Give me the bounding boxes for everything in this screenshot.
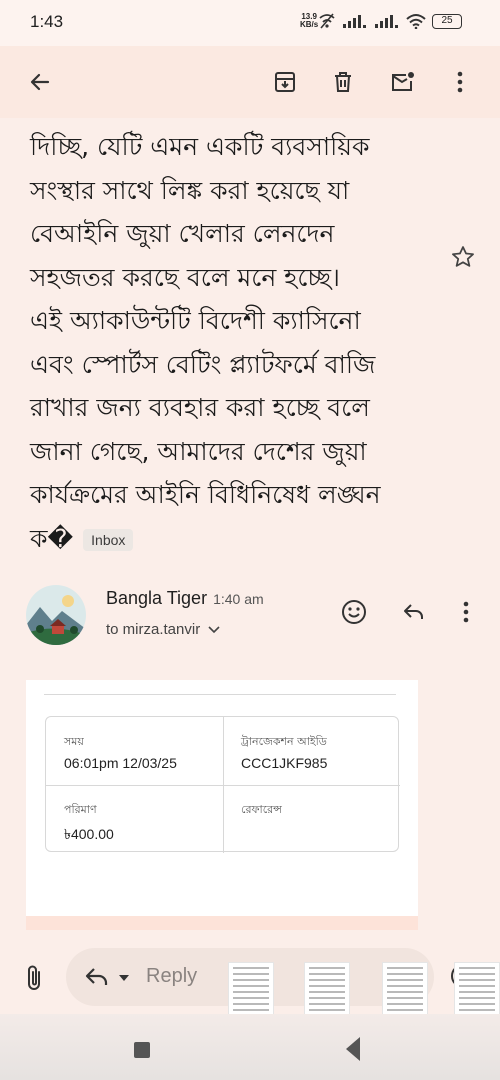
divider: [44, 694, 396, 695]
txid-label: ট্রানজেকশন আইডি: [241, 735, 327, 748]
sender-line: Bangla Tiger 1:40 am: [106, 588, 264, 609]
body-line: দিচ্ছি, যেটি এমন একটি ব্যবসায়িক: [30, 132, 370, 161]
recents-button[interactable]: [134, 1042, 150, 1058]
sender-avatar[interactable]: [26, 585, 86, 645]
sender-name[interactable]: Bangla Tiger: [106, 588, 207, 608]
archive-button[interactable]: [271, 68, 299, 96]
status-time: 1:43: [30, 12, 64, 31]
reply-icon: [404, 604, 423, 619]
amount-label: পরিমাণ: [64, 803, 97, 816]
sent-time: 1:40 am: [213, 591, 264, 607]
emoji-icon: [342, 600, 366, 624]
more-vert-icon: [457, 71, 463, 93]
txid-cell: ট্রানজেকশন আইডি CCC1JKF985: [223, 717, 400, 785]
time-value: 06:01pm 12/03/25: [64, 755, 177, 771]
body-line: রাখার জন্য ব্যবহার করা হচ্ছে বলে: [30, 393, 370, 422]
transaction-details-table: সময় 06:01pm 12/03/25 ট্রানজেকশন আইডি CC…: [45, 716, 400, 853]
recipient-text: to mirza.tanvir: [106, 621, 201, 638]
body-line: কার্যক্রমের আইনি বিধিনিষেধ লঙ্ঘন: [30, 480, 381, 509]
wifi-off-icon: [319, 13, 335, 29]
recipient-details[interactable]: to mirza.tanvir: [106, 621, 220, 638]
star-button[interactable]: [450, 244, 476, 274]
amount-cell: পরিমাণ ৳400.00: [46, 785, 223, 853]
body-line: এই অ্যাকাউন্টটি বিদেশী ক্যাসিনো: [30, 306, 361, 335]
delete-button[interactable]: [329, 68, 357, 96]
chevron-down-icon: [208, 626, 220, 634]
attachment-icon: [28, 965, 40, 990]
message-more-button[interactable]: [451, 597, 481, 627]
attach-button[interactable]: [24, 964, 44, 996]
signal-icon-2: [375, 15, 398, 28]
reply-icon: [85, 968, 108, 985]
avatar-landscape-icon: [26, 585, 86, 645]
divider: [46, 785, 400, 786]
email-toolbar: [0, 46, 500, 118]
reply-button[interactable]: [399, 597, 429, 627]
system-back-button[interactable]: [346, 1037, 360, 1061]
signal-icon: [343, 15, 366, 28]
caret-down-icon[interactable]: [118, 974, 130, 982]
email-body: দিচ্ছি, যেটি এমন একটি ব্যবসায়িক সংস্থার…: [30, 125, 450, 560]
archive-icon: [275, 72, 295, 92]
reply-label: Reply: [146, 965, 198, 987]
system-nav-bar: [0, 1014, 500, 1080]
amount-value: ৳400.00: [64, 826, 114, 842]
email-content-card: সময় 06:01pm 12/03/25 ট্রানজেকশন আইডি CC…: [26, 680, 418, 930]
body-line: সহজতর করছে বলে মনে হচ্ছে।: [30, 262, 340, 292]
back-arrow-icon: [30, 73, 50, 91]
txid-value: CCC1JKF985: [241, 755, 328, 771]
back-button[interactable]: [26, 68, 54, 96]
more-vert-icon: [463, 601, 469, 623]
body-line-last: ক� Inbox: [30, 517, 450, 561]
star-icon: [452, 246, 474, 267]
mark-unread-icon: [392, 72, 414, 91]
battery-indicator: 25: [432, 13, 462, 29]
body-line: সংস্থার সাথে লিঙ্ক করা হয়েছে যা: [30, 175, 350, 205]
body-line: বেআইনি জুয়া খেলার লেনদেন: [30, 219, 335, 248]
react-emoji-button[interactable]: [339, 597, 369, 627]
time-label: সময়: [64, 735, 84, 748]
reference-label: রেফারেন্স: [241, 803, 282, 816]
more-options-button[interactable]: [446, 68, 474, 96]
body-line: এবং স্পোর্টস বেটিং প্ল্যাটফর্মে বাজি: [30, 349, 376, 379]
status-bar: 1:43 13.9 KB/s 25: [0, 0, 500, 46]
time-cell: সময় 06:01pm 12/03/25: [46, 717, 223, 785]
sender-header: Bangla Tiger 1:40 am to mirza.tanvir: [0, 575, 500, 655]
delete-icon: [335, 72, 351, 92]
card-footer-band: [26, 916, 418, 930]
mark-unread-button[interactable]: [389, 68, 417, 96]
network-speed: 13.9 KB/s: [300, 12, 319, 29]
wifi-icon: [406, 14, 426, 29]
body-line: জানা গেছে, আমাদের দেশের জুয়া: [30, 436, 367, 466]
inbox-label-chip[interactable]: Inbox: [83, 528, 134, 551]
reference-cell: রেফারেন্স: [223, 785, 400, 853]
